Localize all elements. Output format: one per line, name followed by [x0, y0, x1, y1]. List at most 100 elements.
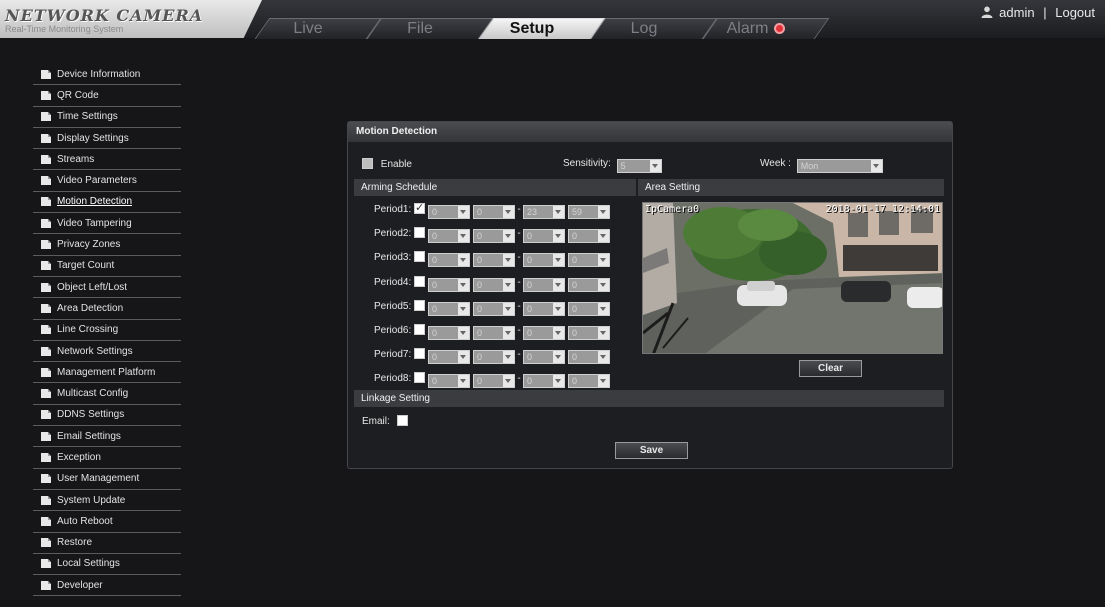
sensitivity-select[interactable]: 5: [616, 159, 662, 173]
document-icon: [41, 303, 51, 313]
tab-log[interactable]: Log: [588, 18, 700, 39]
chevron-down-icon: [598, 302, 609, 315]
start-hour-select[interactable]: 0: [428, 301, 470, 316]
logout-link[interactable]: Logout: [1055, 5, 1095, 20]
chevron-down-icon: [553, 375, 564, 388]
sidebar-item[interactable]: System Update: [33, 490, 181, 512]
sidebar-item[interactable]: Network Settings: [33, 341, 181, 363]
period-row: Period5: 0 0-0 0: [374, 299, 610, 316]
period-row: Period6: 0 0-0 0: [374, 324, 610, 340]
sidebar-item[interactable]: Display Settings: [33, 128, 181, 150]
period-enable-checkbox[interactable]: [414, 348, 425, 360]
tab-alarm-label: Alarm: [726, 20, 769, 37]
sidebar-item[interactable]: Multicast Config: [33, 383, 181, 405]
email-checkbox[interactable]: [396, 415, 408, 426]
sidebar-item[interactable]: Object Left/Lost: [33, 277, 181, 299]
sidebar-item[interactable]: Exception: [33, 447, 181, 469]
document-icon: [41, 282, 51, 292]
period-enable-checkbox[interactable]: [414, 251, 425, 263]
week-select[interactable]: Mon: [796, 159, 883, 173]
end-hour-select[interactable]: 0: [523, 350, 565, 365]
sidebar-item[interactable]: Management Platform: [33, 362, 181, 384]
sidebar-item[interactable]: Auto Reboot: [33, 511, 181, 533]
end-minute-select[interactable]: 0: [568, 350, 610, 365]
select-value: 0: [527, 303, 533, 314]
period-enable-checkbox[interactable]: [414, 372, 425, 384]
start-hour-select[interactable]: 0: [428, 229, 470, 244]
clear-button[interactable]: Clear: [799, 360, 862, 377]
end-minute-select[interactable]: 0: [568, 374, 610, 389]
tab-file[interactable]: File: [364, 18, 476, 39]
sidebar-item[interactable]: Restore: [33, 533, 181, 554]
end-minute-select[interactable]: 0: [568, 253, 610, 268]
end-minute-select[interactable]: 59: [568, 205, 610, 219]
end-hour-select[interactable]: 0: [523, 326, 565, 340]
sidebar-item[interactable]: Email Settings: [33, 426, 181, 448]
sidebar-item[interactable]: Video Parameters: [33, 170, 181, 192]
start-hour-select[interactable]: 0: [428, 253, 470, 268]
start-hour-select[interactable]: 0: [428, 350, 470, 365]
period-enable-checkbox[interactable]: [414, 201, 425, 214]
select-value: 0: [527, 328, 533, 338]
chevron-down-icon: [503, 254, 514, 267]
period-enable-checkbox[interactable]: [414, 275, 425, 287]
sidebar-item[interactable]: Motion Detection: [33, 192, 181, 214]
document-icon: [41, 431, 51, 441]
chevron-down-icon: [458, 351, 469, 364]
start-minute-select[interactable]: 0: [473, 205, 515, 219]
end-hour-select[interactable]: 0: [523, 229, 565, 244]
sidebar-item[interactable]: Privacy Zones: [33, 234, 181, 256]
chevron-down-icon: [503, 230, 514, 243]
document-icon: [41, 197, 51, 207]
tab-alarm[interactable]: Alarm: [700, 18, 812, 39]
sidebar-item-label: Line Crossing: [57, 324, 119, 336]
start-hour-select[interactable]: 0: [428, 277, 470, 292]
start-minute-select[interactable]: 0: [473, 301, 515, 316]
area-setting-video[interactable]: IpCamera0 2018-01-17 12:14:01: [642, 202, 943, 354]
end-hour-select[interactable]: 23: [523, 205, 565, 219]
end-hour-select[interactable]: 0: [523, 374, 565, 389]
chevron-down-icon: [598, 351, 609, 364]
start-minute-select[interactable]: 0: [473, 350, 515, 365]
start-hour-select[interactable]: 0: [428, 326, 470, 340]
sidebar-item[interactable]: Developer: [33, 575, 181, 597]
sidebar-item[interactable]: Line Crossing: [33, 320, 181, 341]
end-minute-select[interactable]: 0: [568, 301, 610, 316]
period-enable-checkbox[interactable]: [414, 299, 425, 311]
sidebar-item[interactable]: Video Tampering: [33, 213, 181, 235]
start-minute-select[interactable]: 0: [473, 277, 515, 292]
end-hour-select[interactable]: 0: [523, 277, 565, 292]
start-minute-select[interactable]: 0: [473, 374, 515, 389]
sidebar-item[interactable]: Streams: [33, 149, 181, 171]
tab-setup[interactable]: Setup: [476, 18, 588, 39]
save-button[interactable]: Save: [615, 442, 688, 459]
sidebar-item[interactable]: Device Information: [33, 64, 181, 86]
end-hour-select[interactable]: 0: [523, 253, 565, 268]
sidebar-item[interactable]: User Management: [33, 469, 181, 490]
sidebar-item[interactable]: Time Settings: [33, 107, 181, 128]
period-enable-checkbox[interactable]: [414, 324, 425, 335]
enable-checkbox[interactable]: [362, 158, 373, 169]
start-minute-select[interactable]: 0: [473, 253, 515, 268]
period-enable-checkbox[interactable]: [414, 227, 425, 239]
sidebar-item[interactable]: Target Count: [33, 256, 181, 277]
start-hour-select[interactable]: 0: [428, 205, 470, 219]
sidebar-item-label: Exception: [57, 451, 101, 463]
sidebar-item-label: User Management: [57, 473, 140, 485]
select-value: 0: [572, 231, 578, 242]
sidebar-item[interactable]: DDNS Settings: [33, 405, 181, 427]
end-minute-select[interactable]: 0: [568, 277, 610, 292]
sidebar-item[interactable]: Local Settings: [33, 554, 181, 576]
document-icon: [41, 495, 51, 505]
end-minute-select[interactable]: 0: [568, 229, 610, 244]
sidebar-item-label: Streams: [57, 153, 95, 165]
end-minute-select[interactable]: 0: [568, 326, 610, 340]
sidebar-item[interactable]: QR Code: [33, 85, 181, 107]
start-hour-select[interactable]: 0: [428, 374, 470, 389]
start-minute-select[interactable]: 0: [473, 326, 515, 340]
start-minute-select[interactable]: 0: [473, 229, 515, 244]
sidebar-item[interactable]: Area Detection: [33, 298, 181, 320]
tab-live[interactable]: Live: [252, 18, 364, 39]
chevron-down-icon: [458, 230, 469, 243]
end-hour-select[interactable]: 0: [523, 301, 565, 316]
